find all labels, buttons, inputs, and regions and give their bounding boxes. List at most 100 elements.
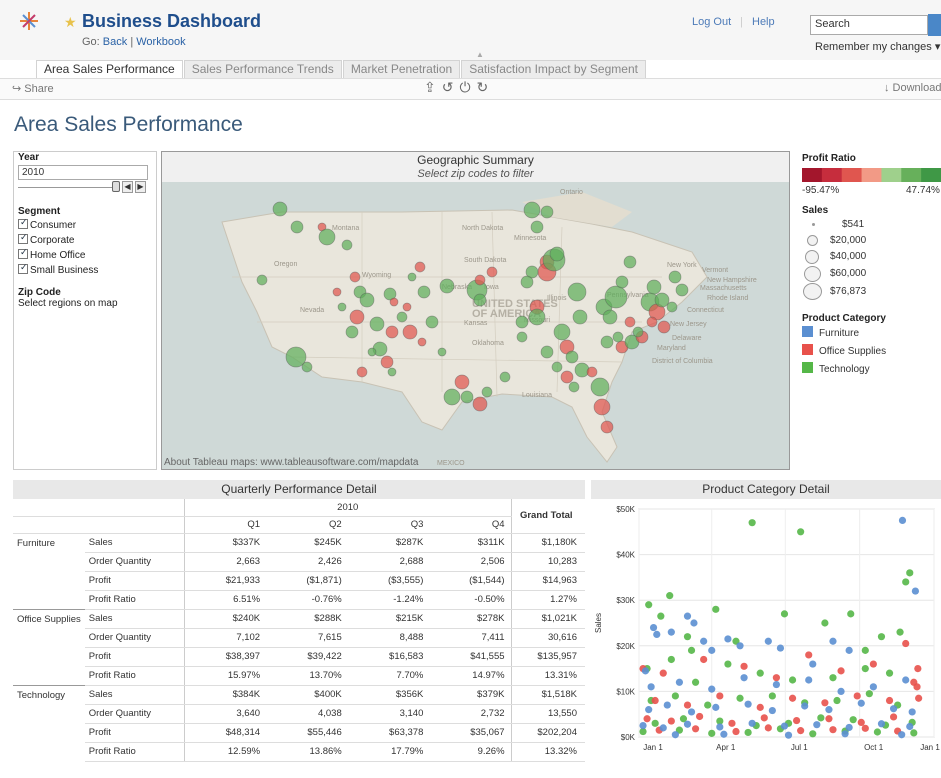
scatter-point-furniture[interactable] (667, 628, 675, 636)
scatter-point-furniture[interactable] (740, 674, 748, 682)
scatter-point-technology[interactable] (708, 729, 716, 737)
sales-bubble[interactable] (486, 266, 498, 278)
sales-bubble[interactable] (474, 274, 486, 286)
map-credit[interactable]: About Tableau maps: www.tableausoftware.… (164, 457, 418, 468)
scatter-point-furniture[interactable] (683, 612, 692, 620)
scatter-point-technology[interactable] (756, 669, 764, 677)
scatter-point-office-supplies[interactable] (756, 703, 764, 711)
scatter-point-technology[interactable] (666, 592, 674, 600)
sales-bubble[interactable] (472, 396, 488, 412)
scatter-point-technology[interactable] (651, 719, 659, 727)
scatter-point-furniture[interactable] (908, 708, 916, 716)
scatter-point-technology[interactable] (683, 633, 692, 641)
scatter-point-technology[interactable] (885, 669, 894, 677)
sales-bubble[interactable] (437, 347, 447, 357)
share-button[interactable]: ↪ Share (12, 82, 54, 95)
sales-bubble[interactable] (675, 283, 689, 297)
sales-bubble[interactable] (600, 420, 614, 434)
scatter-point-furniture[interactable] (744, 700, 752, 708)
scatter-point-technology[interactable] (896, 628, 904, 636)
sales-bubble[interactable] (572, 309, 588, 325)
scatter-point-furniture[interactable] (687, 708, 696, 716)
sales-bubble[interactable] (523, 201, 541, 219)
scatter-point-technology[interactable] (744, 728, 752, 737)
scatter-point-technology[interactable] (873, 728, 882, 736)
scatter-point-furniture[interactable] (889, 705, 898, 713)
scatter-point-office-supplies[interactable] (915, 694, 923, 702)
scatter-point-furniture[interactable] (724, 635, 732, 643)
scatter-point-furniture[interactable] (647, 683, 655, 691)
scatter-point-office-supplies[interactable] (772, 674, 780, 682)
sales-bubble[interactable] (349, 271, 361, 283)
scatter-point-furniture[interactable] (641, 667, 650, 675)
scatter-point-office-supplies[interactable] (691, 725, 700, 733)
scatter-point-office-supplies[interactable] (885, 696, 894, 705)
scatter-point-office-supplies[interactable] (788, 694, 797, 702)
scatter-point-furniture[interactable] (653, 630, 661, 638)
segment-checkbox-corporate[interactable]: Corporate (18, 232, 74, 246)
help-link[interactable]: Help (752, 16, 775, 28)
sales-bubble[interactable] (396, 311, 408, 323)
scatter-point-office-supplies[interactable] (651, 696, 659, 705)
scatter-point-technology[interactable] (780, 610, 789, 618)
sales-bubble[interactable] (499, 371, 511, 383)
sales-bubble[interactable] (516, 331, 528, 343)
scatter-point-office-supplies[interactable] (659, 669, 667, 677)
year-slider-track[interactable] (18, 187, 118, 188)
scatter-point-furniture[interactable] (813, 721, 821, 729)
scatter-point-furniture[interactable] (708, 685, 716, 693)
sales-bubble[interactable] (454, 374, 470, 390)
scatter-point-furniture[interactable] (683, 720, 692, 728)
scatter-point-technology[interactable] (847, 610, 855, 618)
product-category-scatter[interactable]: $0K $10K $20K $30K $40K $50K Jan 1 Apr 1 Jul 1 Oc… (591, 499, 941, 778)
segment-checkbox-home-office[interactable]: Home Office (18, 247, 85, 261)
scatter-point-furniture[interactable] (690, 619, 698, 627)
scatter-point-furniture[interactable] (911, 587, 920, 595)
sales-bubble[interactable] (530, 220, 544, 234)
sales-bubble[interactable] (657, 320, 671, 334)
sales-bubble[interactable] (439, 278, 455, 294)
checkbox-checked-icon[interactable] (18, 262, 28, 274)
legend-item-furniture[interactable]: Furniture (802, 326, 859, 339)
tab-sales-performance-trends[interactable]: Sales Performance Trends (183, 60, 342, 78)
scatter-point-technology[interactable] (687, 646, 696, 654)
sales-bubble[interactable] (414, 261, 426, 273)
sales-bubble[interactable] (632, 326, 644, 338)
scatter-point-furniture[interactable] (869, 683, 877, 691)
scatter-point-office-supplies[interactable] (902, 639, 910, 648)
scatter-point-technology[interactable] (849, 716, 857, 724)
sales-bubble[interactable] (565, 350, 579, 364)
sales-bubble[interactable] (443, 388, 461, 406)
sales-bubble[interactable] (590, 377, 610, 397)
sales-bubble[interactable] (256, 274, 268, 286)
sales-bubble[interactable] (402, 302, 412, 312)
sales-bubble[interactable] (460, 390, 474, 404)
sales-bubble[interactable] (604, 285, 628, 309)
sales-bubble[interactable] (612, 331, 624, 343)
scatter-point-office-supplies[interactable] (716, 692, 724, 700)
scatter-point-furniture[interactable] (898, 731, 906, 739)
sales-bubble[interactable] (574, 362, 590, 378)
scatter-point-furniture[interactable] (748, 719, 756, 727)
tab-market-penetration[interactable]: Market Penetration (342, 60, 461, 78)
scatter-point-furniture[interactable] (784, 731, 793, 739)
legend-item-technology[interactable]: Technology (802, 362, 870, 375)
scatter-point-furniture[interactable] (776, 644, 785, 652)
sales-bubble[interactable] (417, 285, 431, 299)
scatter-point-technology[interactable] (861, 665, 869, 673)
sales-bubble[interactable] (540, 205, 554, 219)
favorite-star-icon[interactable]: ★ (64, 14, 77, 31)
scatter-point-furniture[interactable] (649, 623, 658, 632)
segment-checkbox-consumer[interactable]: Consumer (18, 217, 76, 231)
scatter-point-furniture[interactable] (708, 646, 716, 654)
scatter-point-furniture[interactable] (841, 730, 849, 738)
scatter-point-technology[interactable] (829, 674, 837, 682)
year-slider-handle[interactable] (112, 181, 120, 192)
sales-bubble[interactable] (600, 335, 614, 349)
scatter-point-office-supplies[interactable] (667, 717, 675, 725)
scatter-point-furniture[interactable] (805, 676, 813, 684)
sales-bubble[interactable] (402, 324, 418, 340)
workbook-link[interactable]: Workbook (136, 36, 185, 48)
scatter-point-technology[interactable] (736, 694, 744, 702)
scatter-point-furniture[interactable] (720, 730, 728, 738)
